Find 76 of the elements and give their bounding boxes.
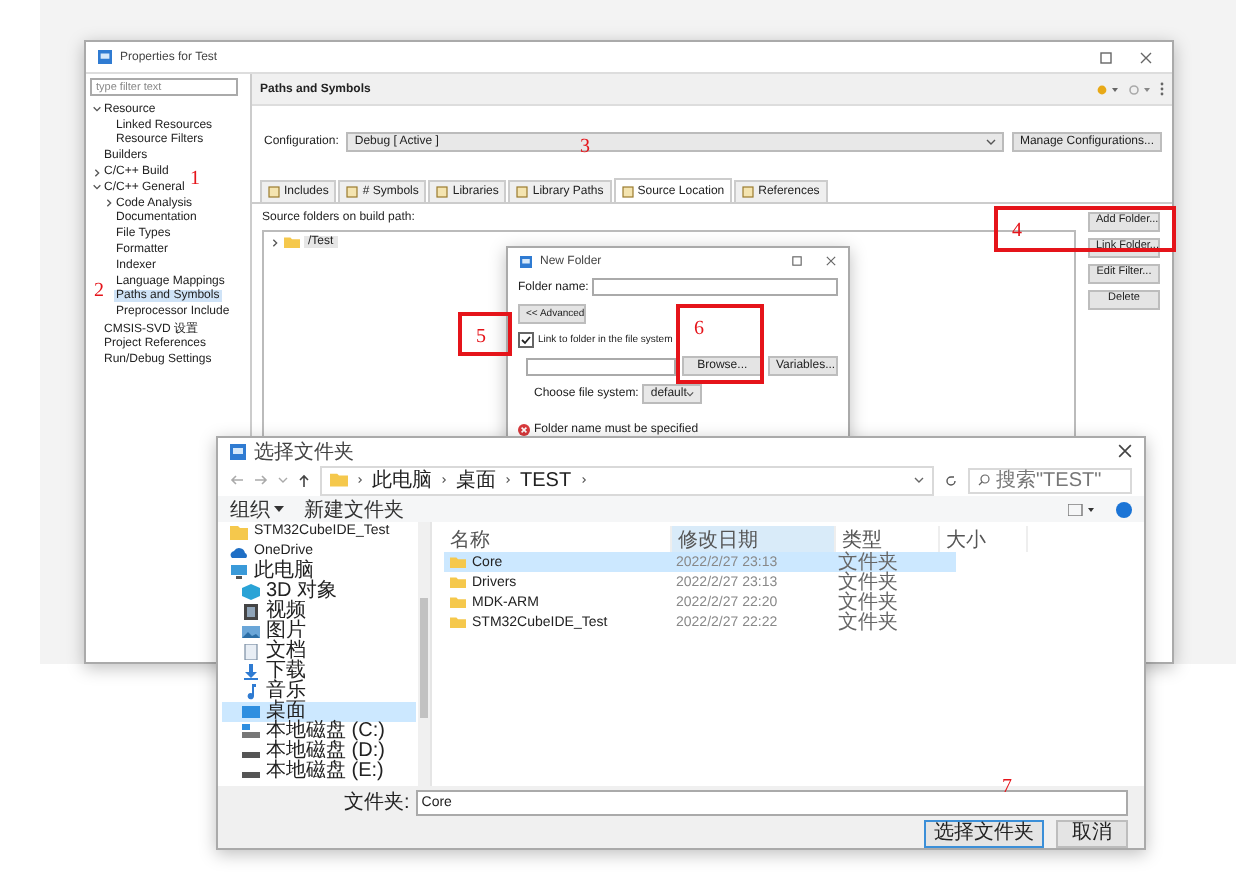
maximize-icon[interactable] <box>792 256 802 266</box>
file-type: 文件夹 <box>838 571 898 594</box>
annotation-number: 1 <box>190 170 200 190</box>
document-icon <box>516 186 529 198</box>
nav-item[interactable]: 桌面 <box>222 702 416 722</box>
chevron-down-icon[interactable] <box>914 476 924 484</box>
dialog-title: 选择文件夹 <box>254 439 356 465</box>
dropdown-caret-icon[interactable] <box>985 138 996 146</box>
document-icon <box>742 186 755 198</box>
maximize-icon[interactable] <box>1100 51 1112 63</box>
search-field[interactable]: 搜索"TEST" <box>968 467 1132 493</box>
annotation-number: 6 <box>694 320 704 340</box>
caret-icon <box>274 506 284 512</box>
location-field[interactable] <box>526 357 677 375</box>
nav-item[interactable]: 本地磁盘 (C:) <box>222 722 416 742</box>
close-icon[interactable] <box>826 256 836 266</box>
sun-icon[interactable] <box>1096 83 1120 95</box>
app-icon <box>520 255 532 267</box>
folder-icon <box>284 236 300 249</box>
annotation-number: 2 <box>94 282 104 302</box>
cloud-icon <box>230 544 248 560</box>
view-options-icon[interactable] <box>1068 503 1096 515</box>
nav-item[interactable]: 下载 <box>222 662 416 682</box>
annotation-number: 5 <box>476 328 486 348</box>
breadcrumb[interactable]: 桌面 <box>456 466 496 494</box>
dialog-button[interactable]: 选择文件夹 <box>924 820 1044 848</box>
drive-icon <box>242 724 260 740</box>
close-icon[interactable] <box>1118 444 1132 458</box>
search-icon <box>978 474 990 486</box>
filename-label: 文件夹: <box>344 789 410 816</box>
desktop-icon <box>242 704 260 720</box>
monitor-icon <box>230 564 248 580</box>
folder-name-field[interactable] <box>592 278 838 296</box>
checkbox[interactable] <box>518 332 534 348</box>
document-icon <box>436 186 449 198</box>
nav-item[interactable]: 视频 <box>222 602 416 622</box>
help-icon[interactable] <box>1116 501 1132 517</box>
dialog-button[interactable]: 取消 <box>1056 820 1128 848</box>
file-type: 文件夹 <box>838 611 898 636</box>
nav-item[interactable]: 文档 <box>222 642 416 662</box>
close-icon[interactable] <box>1140 51 1152 63</box>
app-icon <box>230 443 246 459</box>
file-type: 文件夹 <box>838 591 898 614</box>
document-icon <box>621 185 634 197</box>
annotation-number: 4 <box>1012 222 1022 242</box>
app-icon <box>98 50 112 64</box>
chevron-right-icon[interactable] <box>440 476 448 484</box>
organize-menu[interactable]: 组织 <box>230 495 284 523</box>
file-type: 文件夹 <box>838 549 898 574</box>
music-note-icon <box>242 684 260 700</box>
folder-icon <box>330 472 348 488</box>
nav-item[interactable]: 本地磁盘 (D:) <box>222 742 416 762</box>
breadcrumb[interactable]: 此电脑 <box>372 466 432 494</box>
up-arrow-icon[interactable] <box>298 473 310 487</box>
column-header[interactable]: 修改日期 <box>672 526 836 552</box>
nav-item[interactable]: 图片 <box>222 622 416 642</box>
image-icon <box>242 624 260 640</box>
refresh-icon[interactable] <box>944 473 958 487</box>
chevron-right-icon[interactable] <box>356 476 364 484</box>
nav-item[interactable]: 本地磁盘 (E:) <box>222 762 416 782</box>
dropdown-caret-icon[interactable] <box>686 390 695 398</box>
cube-icon <box>242 584 260 600</box>
nav-item[interactable]: 此电脑 <box>222 562 416 582</box>
address-bar[interactable]: 此电脑 桌面 TEST <box>320 465 934 495</box>
document-icon <box>268 186 280 198</box>
document-icon <box>346 186 359 198</box>
nav-item[interactable]: 3D 对象 <box>222 582 416 602</box>
download-icon <box>242 664 260 680</box>
breadcrumb[interactable]: TEST <box>520 469 572 491</box>
chevron-right-icon[interactable] <box>504 476 512 484</box>
document-icon <box>242 644 260 660</box>
nav-item[interactable]: 音乐 <box>222 682 416 702</box>
film-icon <box>242 604 260 620</box>
new-folder-button[interactable]: 新建文件夹 <box>304 495 404 523</box>
annotation-number: 3 <box>580 138 590 158</box>
scrollbar[interactable] <box>418 522 430 786</box>
